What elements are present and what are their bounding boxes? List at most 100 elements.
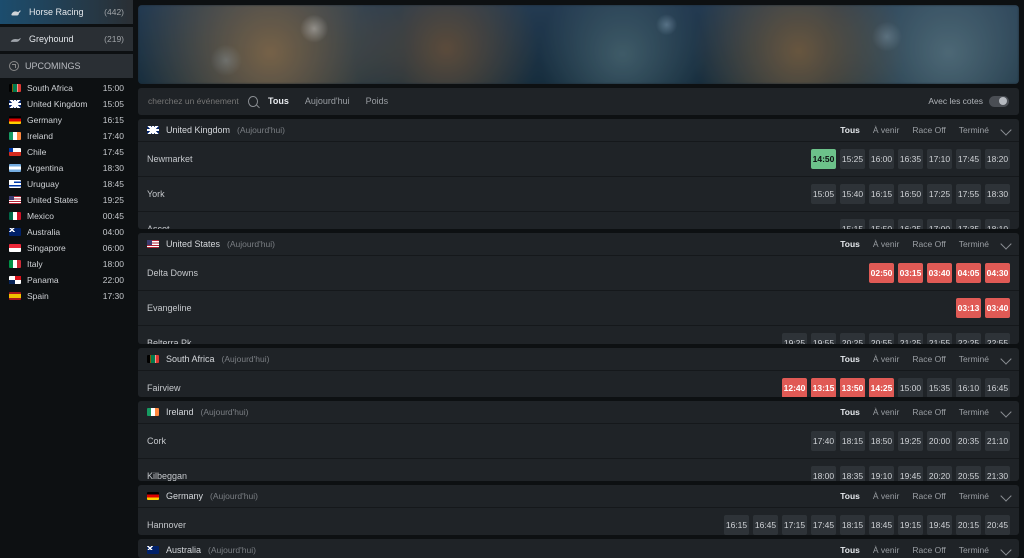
time-chip[interactable]: 19:25 (898, 431, 923, 451)
filter-done[interactable]: Terminé (959, 407, 989, 417)
time-chip[interactable]: 19:15 (898, 515, 923, 535)
time-chip[interactable]: 20:55 (869, 333, 894, 343)
upcoming-row[interactable]: Uruguay18:45 (0, 176, 133, 192)
time-chip[interactable]: 03:13 (956, 298, 981, 318)
time-chip[interactable]: 16:15 (869, 184, 894, 204)
time-chip[interactable]: 16:15 (724, 515, 749, 535)
sport-row-horse-racing[interactable]: Horse Racing(442) (0, 0, 133, 24)
time-chip[interactable]: 20:25 (840, 333, 865, 343)
chevron-down-icon[interactable] (1000, 544, 1011, 555)
filter-raceoff[interactable]: Race Off (912, 354, 945, 364)
time-chip[interactable]: 16:45 (753, 515, 778, 535)
time-chip[interactable]: 15:35 (927, 378, 952, 398)
time-chip[interactable]: 02:50 (869, 263, 894, 283)
time-chip[interactable]: 22:25 (956, 333, 981, 343)
time-chip[interactable]: 17:45 (811, 515, 836, 535)
chevron-down-icon[interactable] (1000, 491, 1011, 502)
filter-done[interactable]: Terminé (959, 491, 989, 501)
filter-done[interactable]: Terminé (959, 545, 989, 555)
time-chip[interactable]: 18:45 (869, 515, 894, 535)
time-chip[interactable]: 17:40 (811, 431, 836, 451)
filter-upcoming[interactable]: À venir (873, 239, 899, 249)
filter-upcoming[interactable]: À venir (873, 545, 899, 555)
time-chip[interactable]: 17:45 (956, 149, 981, 169)
time-chip[interactable]: 17:15 (782, 515, 807, 535)
time-chip[interactable]: 17:55 (956, 184, 981, 204)
time-chip[interactable]: 15:50 (869, 219, 894, 229)
time-chip[interactable]: 15:00 (898, 378, 923, 398)
time-chip[interactable]: 16:00 (869, 149, 894, 169)
time-chip[interactable]: 20:55 (956, 466, 981, 481)
tab-tous[interactable]: Tous (268, 94, 289, 108)
filter-upcoming[interactable]: À venir (873, 407, 899, 417)
time-chip[interactable]: 15:40 (840, 184, 865, 204)
filter-all[interactable]: Tous (840, 239, 860, 249)
time-chip[interactable]: 15:05 (811, 184, 836, 204)
time-chip[interactable]: 15:15 (840, 219, 865, 229)
time-chip[interactable]: 03:40 (927, 263, 952, 283)
filter-raceoff[interactable]: Race Off (912, 125, 945, 135)
filter-all[interactable]: Tous (840, 125, 860, 135)
time-chip[interactable]: 18:20 (985, 149, 1010, 169)
time-chip[interactable]: 18:30 (985, 184, 1010, 204)
filter-all[interactable]: Tous (840, 491, 860, 501)
time-chip[interactable]: 20:45 (985, 515, 1010, 535)
upcoming-row[interactable]: United Kingdom15:05 (0, 96, 133, 112)
time-chip[interactable]: 18:35 (840, 466, 865, 481)
filter-done[interactable]: Terminé (959, 239, 989, 249)
upcoming-row[interactable]: South Africa15:00 (0, 80, 133, 96)
time-chip[interactable]: 13:50 (840, 378, 865, 398)
time-chip[interactable]: 14:25 (869, 378, 894, 398)
filter-done[interactable]: Terminé (959, 125, 989, 135)
time-chip[interactable]: 17:25 (927, 184, 952, 204)
upcoming-row[interactable]: Australia04:00 (0, 224, 133, 240)
upcoming-row[interactable]: Chile17:45 (0, 144, 133, 160)
chevron-down-icon[interactable] (1000, 124, 1011, 135)
time-chip[interactable]: 19:55 (811, 333, 836, 343)
upcoming-row[interactable]: Panama22:00 (0, 272, 133, 288)
time-chip[interactable]: 21:55 (927, 333, 952, 343)
upcoming-row[interactable]: Ireland17:40 (0, 128, 133, 144)
filter-raceoff[interactable]: Race Off (912, 491, 945, 501)
time-chip[interactable]: 18:10 (985, 219, 1010, 229)
time-chip[interactable]: 19:45 (898, 466, 923, 481)
time-chip[interactable]: 16:50 (898, 184, 923, 204)
time-chip[interactable]: 21:10 (985, 431, 1010, 451)
time-chip[interactable]: 16:10 (956, 378, 981, 398)
filter-all[interactable]: Tous (840, 354, 860, 364)
upcoming-row[interactable]: Italy18:00 (0, 256, 133, 272)
upcoming-row[interactable]: United States19:25 (0, 192, 133, 208)
chevron-down-icon[interactable] (1000, 407, 1011, 418)
time-chip[interactable]: 16:45 (985, 378, 1010, 398)
time-chip[interactable]: 21:25 (898, 333, 923, 343)
odds-toggle[interactable] (989, 96, 1009, 107)
filter-upcoming[interactable]: À venir (873, 491, 899, 501)
time-chip[interactable]: 21:30 (985, 466, 1010, 481)
filter-upcoming[interactable]: À venir (873, 125, 899, 135)
time-chip[interactable]: 14:50 (811, 149, 836, 169)
time-chip[interactable]: 17:00 (927, 219, 952, 229)
time-chip[interactable]: 03:15 (898, 263, 923, 283)
time-chip[interactable]: 17:35 (956, 219, 981, 229)
time-chip[interactable]: 20:20 (927, 466, 952, 481)
time-chip[interactable]: 19:10 (869, 466, 894, 481)
time-chip[interactable]: 16:25 (898, 219, 923, 229)
chevron-down-icon[interactable] (1000, 239, 1011, 250)
time-chip[interactable]: 18:50 (869, 431, 894, 451)
tab-aujourd'hui[interactable]: Aujourd'hui (305, 94, 350, 108)
upcoming-row[interactable]: Singapore06:00 (0, 240, 133, 256)
upcoming-row[interactable]: Germany16:15 (0, 112, 133, 128)
time-chip[interactable]: 19:45 (927, 515, 952, 535)
time-chip[interactable]: 12:40 (782, 378, 807, 398)
time-chip[interactable]: 04:30 (985, 263, 1010, 283)
time-chip[interactable]: 20:15 (956, 515, 981, 535)
search-box[interactable] (148, 93, 258, 110)
upcoming-row[interactable]: Mexico00:45 (0, 208, 133, 224)
sport-row-greyhound[interactable]: Greyhound(219) (0, 27, 133, 51)
time-chip[interactable]: 16:35 (898, 149, 923, 169)
time-chip[interactable]: 18:15 (840, 515, 865, 535)
time-chip[interactable]: 20:00 (927, 431, 952, 451)
filter-upcoming[interactable]: À venir (873, 354, 899, 364)
time-chip[interactable]: 18:15 (840, 431, 865, 451)
chevron-down-icon[interactable] (1000, 353, 1011, 364)
